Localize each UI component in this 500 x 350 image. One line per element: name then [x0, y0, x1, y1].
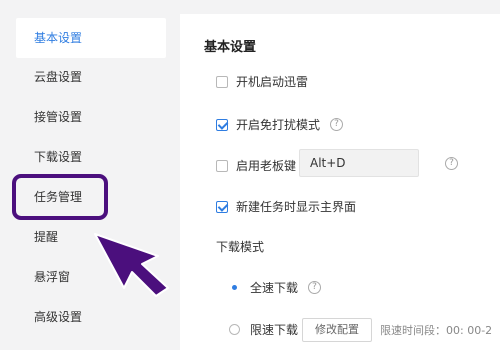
highlight-box	[12, 174, 108, 220]
sidebar-item-basic-settings[interactable]: 基本设置	[16, 18, 166, 58]
page-title: 基本设置	[204, 40, 257, 55]
radio-limited-speed[interactable]: 限速下载	[229, 321, 298, 338]
radio-selected[interactable]	[229, 282, 240, 293]
top-strip	[180, 0, 500, 14]
checkbox[interactable]	[216, 159, 228, 172]
radio-full-speed[interactable]: 全速下载 ?	[229, 279, 322, 296]
option-show-main-window[interactable]: 新建任务时显示主界面	[216, 198, 356, 215]
checkbox[interactable]	[216, 75, 228, 88]
radio-label: 全速下载	[250, 281, 299, 295]
option-auto-start[interactable]: 开机启动迅雷	[216, 73, 308, 90]
boss-key-input[interactable]: Alt+D	[299, 149, 419, 177]
help-icon[interactable]: ?	[330, 118, 344, 131]
option-label: 新建任务时显示主界面	[236, 200, 357, 214]
download-mode-title: 下载模式	[216, 240, 265, 254]
pointer-arrow-icon	[94, 233, 169, 297]
radio[interactable]	[229, 324, 240, 335]
help-icon[interactable]: ?	[308, 281, 322, 294]
modify-config-button[interactable]: 修改配置	[302, 318, 372, 342]
option-label: 开机启动迅雷	[236, 75, 309, 89]
sidebar-item-download-settings[interactable]: 下载设置	[16, 137, 166, 177]
option-label: 开启免打扰模式	[236, 118, 321, 132]
sidebar-item-takeover-settings[interactable]: 接管设置	[16, 97, 166, 137]
sidebar-item-cloud-settings[interactable]: 云盘设置	[16, 57, 166, 97]
limit-time-text: 限速时间段：00: 00-2	[380, 324, 493, 337]
settings-sidebar: 基本设置 云盘设置 接管设置 下载设置 任务管理 提醒 悬浮窗 高级设置	[0, 0, 180, 350]
radio-label: 限速下载	[250, 323, 299, 337]
sidebar-item-advanced-settings[interactable]: 高级设置	[16, 297, 166, 337]
checkbox-checked[interactable]	[216, 118, 228, 131]
option-label: 启用老板键	[236, 159, 297, 173]
checkbox-checked[interactable]	[216, 200, 228, 213]
settings-panel: 基本设置 开机启动迅雷 开启免打扰模式 ? 启用老板键 Alt+D ? 新建任务…	[180, 0, 500, 350]
option-boss-key[interactable]: 启用老板键	[216, 157, 296, 174]
option-do-not-disturb[interactable]: 开启免打扰模式 ?	[216, 116, 344, 133]
help-icon[interactable]: ?	[445, 157, 458, 170]
